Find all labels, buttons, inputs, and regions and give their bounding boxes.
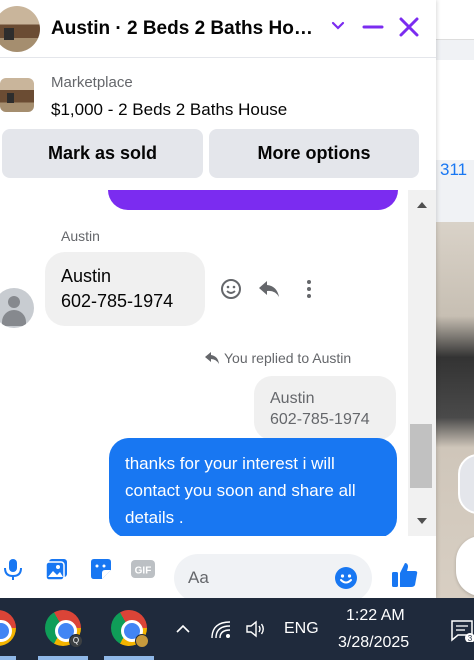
replied-note-text: You replied to Austin (224, 350, 352, 366)
more-options-button[interactable]: More options (209, 129, 419, 178)
clock-date[interactable]: 3/28/2025 (338, 634, 409, 652)
chevron-down-icon[interactable] (328, 16, 348, 36)
incoming-message[interactable]: Austin 602-785-1974 (45, 252, 205, 326)
scrollbar[interactable] (408, 190, 436, 536)
notification-count: 3 (468, 634, 473, 642)
clock-time[interactable]: 1:22 AM (346, 607, 405, 625)
mark-as-sold-button[interactable]: Mark as sold (2, 129, 203, 178)
incoming-message-line: 602-785-1974 (61, 291, 174, 311)
thumbs-up-icon[interactable] (390, 560, 420, 590)
background-chat-head[interactable] (458, 454, 474, 514)
quoted-line: 602-785-1974 (270, 411, 370, 428)
chat-title[interactable]: Austin · 2 Beds 2 Baths Ho… (51, 18, 316, 40)
more-vertical-icon[interactable] (296, 276, 322, 302)
taskbar: Q ENG 1:22 AM 3/28/2025 3 (0, 598, 474, 660)
scrollbar-thumb[interactable] (410, 424, 432, 488)
sticker-icon[interactable] (88, 556, 114, 582)
chrome-profile-icon[interactable] (111, 610, 149, 648)
chat-header[interactable]: Austin · 2 Beds 2 Baths Ho… (0, 0, 436, 58)
listing-thumbnail[interactable] (0, 78, 34, 112)
gif-label: GIF (135, 566, 152, 577)
listing-source: Marketplace (51, 74, 133, 91)
quoted-message[interactable]: Austin 602-785-1974 (254, 376, 396, 440)
composer: GIF Aa (0, 540, 436, 602)
reply-small-icon (205, 352, 219, 364)
chrome-profile-icon[interactable]: Q (45, 610, 83, 648)
chrome-app-icon[interactable] (0, 610, 16, 646)
emoji-icon[interactable] (334, 566, 358, 590)
quoted-line: Austin (270, 390, 315, 407)
minimize-icon[interactable] (362, 16, 384, 38)
notification-icon[interactable]: 3 (450, 618, 474, 642)
language-indicator[interactable]: ENG (284, 620, 319, 638)
chevron-up-icon[interactable] (174, 620, 192, 638)
profile-badge (135, 634, 149, 648)
volume-icon[interactable] (244, 618, 266, 640)
avatar[interactable] (0, 288, 34, 328)
microphone-icon[interactable] (0, 556, 26, 582)
listing-info[interactable]: Marketplace $1,000 - 2 Beds 2 Baths Hous… (0, 66, 436, 126)
message-input[interactable]: Aa (174, 554, 372, 602)
app-active-indicator (104, 656, 154, 660)
profile-badge: Q (69, 634, 83, 648)
message-input-placeholder: Aa (188, 568, 209, 587)
scroll-up-arrow-icon[interactable] (417, 202, 427, 208)
replied-note: You replied to Austin (204, 350, 351, 366)
gif-icon[interactable]: GIF (130, 556, 156, 582)
close-icon[interactable] (398, 16, 420, 38)
previous-message-bubble[interactable] (108, 190, 398, 210)
photo-icon[interactable] (44, 556, 70, 582)
react-smiley-icon[interactable] (218, 276, 244, 302)
chat-window: Austin · 2 Beds 2 Baths Ho… Marketplace … (0, 0, 436, 602)
background-page: 311 (436, 0, 474, 598)
background-card (436, 60, 474, 160)
message-list: Austin Austin 602-785-1974 You replied t… (0, 190, 408, 536)
outgoing-message[interactable]: thanks for your interest i will contact … (109, 438, 397, 536)
app-active-indicator (38, 656, 88, 660)
background-number: 311 (440, 160, 468, 179)
app-active-indicator (0, 656, 16, 660)
incoming-message-line: Austin (61, 266, 112, 286)
reply-icon[interactable] (256, 276, 282, 302)
listing-avatar[interactable] (0, 6, 40, 52)
listing-title[interactable]: $1,000 - 2 Beds 2 Baths House (51, 100, 287, 120)
scroll-down-arrow-icon[interactable] (417, 518, 427, 524)
background-topbar (436, 0, 474, 40)
network-icon[interactable] (210, 618, 232, 640)
sender-name: Austin (61, 228, 100, 244)
